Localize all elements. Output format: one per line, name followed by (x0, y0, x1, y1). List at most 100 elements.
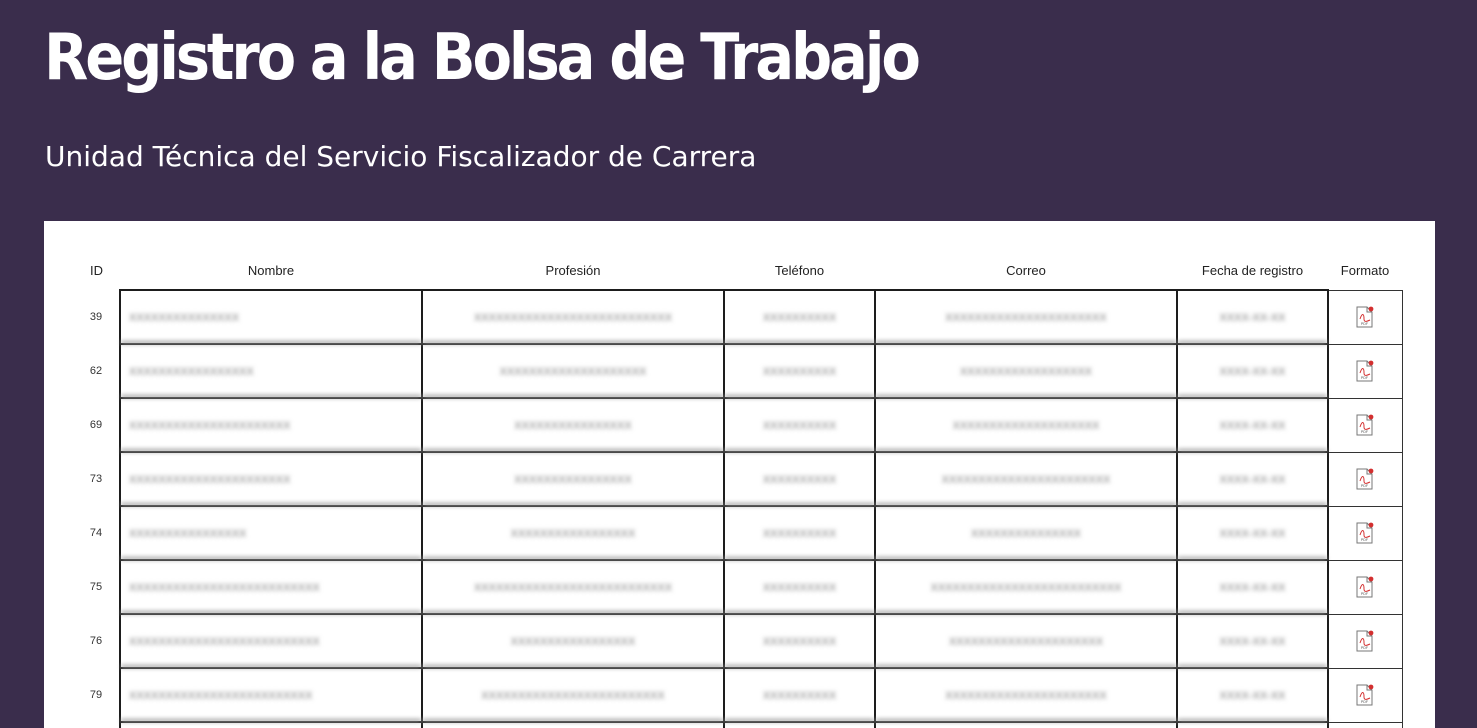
registry-panel: ID Nombre Profesión Teléfono Correo Fech… (44, 221, 1435, 728)
cell-id: 39 (89, 311, 103, 323)
cell-correo (874, 721, 1178, 728)
cell-fecha: XXXX-XX-XX (1176, 397, 1329, 453)
pdf-icon[interactable]: PDF (1356, 306, 1374, 328)
cell-nombre: XXXXXXXXXXXXXXX (119, 289, 423, 345)
telefono-value: XXXXXXXXXX (762, 474, 837, 486)
fecha-value: XXXX-XX-XX (1219, 312, 1286, 324)
cell-telefono: XXXXXXXXXX (723, 559, 876, 615)
table-header-row: ID Nombre Profesión Teléfono Correo Fech… (73, 251, 1402, 290)
pdf-icon[interactable]: PDF (1356, 414, 1374, 436)
cell-nombre: XXXXXXXXXXXXXXXX (119, 505, 423, 561)
table-header: ID Nombre Profesión Teléfono Correo Fech… (73, 251, 1402, 290)
table-row: 75 XXXXXXXXXXXXXXXXXXXXXXXXXX XXXXXXXXXXXX… (73, 559, 1403, 615)
cell-fecha: XXXX-XX-XX (1176, 451, 1329, 507)
cell-formato: PDF (1327, 343, 1403, 399)
cell-profesion: XXXXXXXXXXXXXXXXX (421, 613, 725, 669)
fecha-value: XXXX-XX-XX (1219, 420, 1286, 432)
cell-fecha: XXXX-XX-XX (1176, 559, 1329, 615)
cell-telefono: XXXXXXXXXX (723, 343, 876, 399)
fecha-value: XXXX-XX-XX (1219, 582, 1286, 594)
fecha-value: XXXX-XX-XX (1219, 528, 1286, 540)
cell-profesion (421, 721, 725, 728)
correo-value: XXXXXXXXXXXXXXXXXXXX (952, 420, 1100, 432)
svg-text:PDF: PDF (1361, 700, 1369, 704)
svg-text:PDF: PDF (1361, 430, 1369, 434)
cell-telefono: XXXXXXXXXX (723, 613, 876, 669)
cell-nombre: XXXXXXXXXXXXXXXXXXXXXXXXXX (119, 613, 423, 669)
page-title: Registro a la Bolsa de Trabajo (44, 21, 921, 95)
pdf-icon[interactable]: PDF (1356, 576, 1374, 598)
table-row-partial (73, 721, 1403, 728)
pdf-icon[interactable]: PDF (1356, 522, 1374, 544)
telefono-value: XXXXXXXXXX (762, 636, 837, 648)
profesion-value: XXXXXXXXXXXXXXXX (514, 474, 632, 486)
cell-correo: XXXXXXXXXXXXXXX (874, 505, 1178, 561)
cell-formato: PDF (1327, 505, 1403, 561)
column-header-profesion: Profesión (545, 262, 601, 278)
profesion-value: XXXXXXXXXXXXXXXXXXXXXXXXXXX (473, 312, 673, 324)
cell-correo: XXXXXXXXXXXXXXXXXXXXX (874, 613, 1178, 669)
table-row: 74 XXXXXXXXXXXXXXXX XXXXXXXXXXXXXXXXX XXXXX… (73, 505, 1403, 561)
table-row: 79 XXXXXXXXXXXXXXXXXXXXXXXXX XXXXXXXXXXXXX… (73, 667, 1403, 723)
pdf-icon[interactable]: PDF (1356, 468, 1374, 490)
nombre-value: XXXXXXXXXXXXXXXXXXXXXX (129, 420, 291, 432)
telefono-value: XXXXXXXXXX (762, 582, 837, 594)
telefono-value: XXXXXXXXXX (762, 528, 837, 540)
cell-id: 69 (89, 419, 103, 431)
nombre-value: XXXXXXXXXXXXXXXXXXXXXXXXXX (129, 582, 320, 594)
cell-nombre: XXXXXXXXXXXXXXXXX (119, 343, 423, 399)
cell-profesion: XXXXXXXXXXXXXXXXXXXXXXXXXXX (421, 559, 725, 615)
cell-telefono: XXXXXXXXXX (723, 397, 876, 453)
cell-profesion: XXXXXXXXXXXXXXXXXXXXXXXXXXX (421, 289, 725, 345)
correo-value: XXXXXXXXXXXXXXXXXXXXX (948, 636, 1104, 648)
column-header-telefono: Teléfono (774, 262, 825, 278)
cell-id: 62 (89, 365, 103, 377)
telefono-value: XXXXXXXXXX (762, 420, 837, 432)
svg-text:PDF: PDF (1361, 538, 1369, 542)
cell-fecha (1176, 721, 1329, 728)
cell-correo: XXXXXXXXXXXXXXXXXXXXXX (874, 289, 1178, 345)
pdf-icon[interactable]: PDF (1356, 360, 1374, 382)
cell-telefono: XXXXXXXXXX (723, 289, 876, 345)
nombre-value: XXXXXXXXXXXXXXXXX (129, 366, 254, 378)
cell-id: 73 (89, 473, 103, 485)
fecha-value: XXXX-XX-XX (1219, 690, 1286, 702)
nombre-value: XXXXXXXXXXXXXXXX (129, 528, 247, 540)
profesion-value: XXXXXXXXXXXXXXXX (514, 420, 632, 432)
cell-nombre (119, 721, 423, 728)
cell-fecha: XXXX-XX-XX (1176, 343, 1329, 399)
registry-table: ID Nombre Profesión Teléfono Correo Fech… (73, 251, 1403, 728)
cell-id: 74 (89, 527, 103, 539)
cell-telefono: XXXXXXXXXX (723, 451, 876, 507)
cell-correo: XXXXXXXXXXXXXXXXXXXXXX (874, 667, 1178, 723)
cell-telefono (723, 721, 876, 728)
svg-text:PDF: PDF (1361, 646, 1369, 650)
cell-id: 76 (89, 635, 103, 647)
profesion-value: XXXXXXXXXXXXXXXXXXXX (499, 366, 647, 378)
cell-correo: XXXXXXXXXXXXXXXXXXXXXXX (874, 451, 1178, 507)
correo-value: XXXXXXXXXXXXXXXXXXXXXX (945, 690, 1107, 702)
nombre-value: XXXXXXXXXXXXXXX (129, 312, 240, 324)
cell-id: 79 (89, 689, 103, 701)
svg-text:PDF: PDF (1361, 322, 1369, 326)
cell-formato: PDF (1327, 451, 1403, 507)
pdf-icon[interactable]: PDF (1356, 684, 1374, 706)
table-row: 62 XXXXXXXXXXXXXXXXX XXXXXXXXXXXXXXXXXXXX X… (73, 343, 1403, 399)
cell-fecha: XXXX-XX-XX (1176, 505, 1329, 561)
table-row: 69 XXXXXXXXXXXXXXXXXXXXXX XXXXXXXXXXXXXXXX… (73, 397, 1403, 453)
cell-formato: PDF (1327, 289, 1403, 345)
cell-nombre: XXXXXXXXXXXXXXXXXXXXXX (119, 451, 423, 507)
cell-formato (1327, 721, 1403, 728)
page-subtitle: Unidad Técnica del Servicio Fiscalizador… (45, 140, 757, 173)
nombre-value: XXXXXXXXXXXXXXXXXXXXXXXXX (129, 690, 313, 702)
cell-correo: XXXXXXXXXXXXXXXXXXXXXXXXXX (874, 559, 1178, 615)
cell-fecha: XXXX-XX-XX (1176, 289, 1329, 345)
cell-correo: XXXXXXXXXXXXXXXXXXXX (874, 397, 1178, 453)
column-header-correo: Correo (1006, 262, 1046, 278)
column-header-formato: Formato (1340, 262, 1390, 278)
pdf-icon[interactable]: PDF (1356, 630, 1374, 652)
telefono-value: XXXXXXXXXX (762, 690, 837, 702)
cell-telefono: XXXXXXXXXX (723, 505, 876, 561)
cell-correo: XXXXXXXXXXXXXXXXXX (874, 343, 1178, 399)
cell-profesion: XXXXXXXXXXXXXXXXXXXXXXXXX (421, 667, 725, 723)
